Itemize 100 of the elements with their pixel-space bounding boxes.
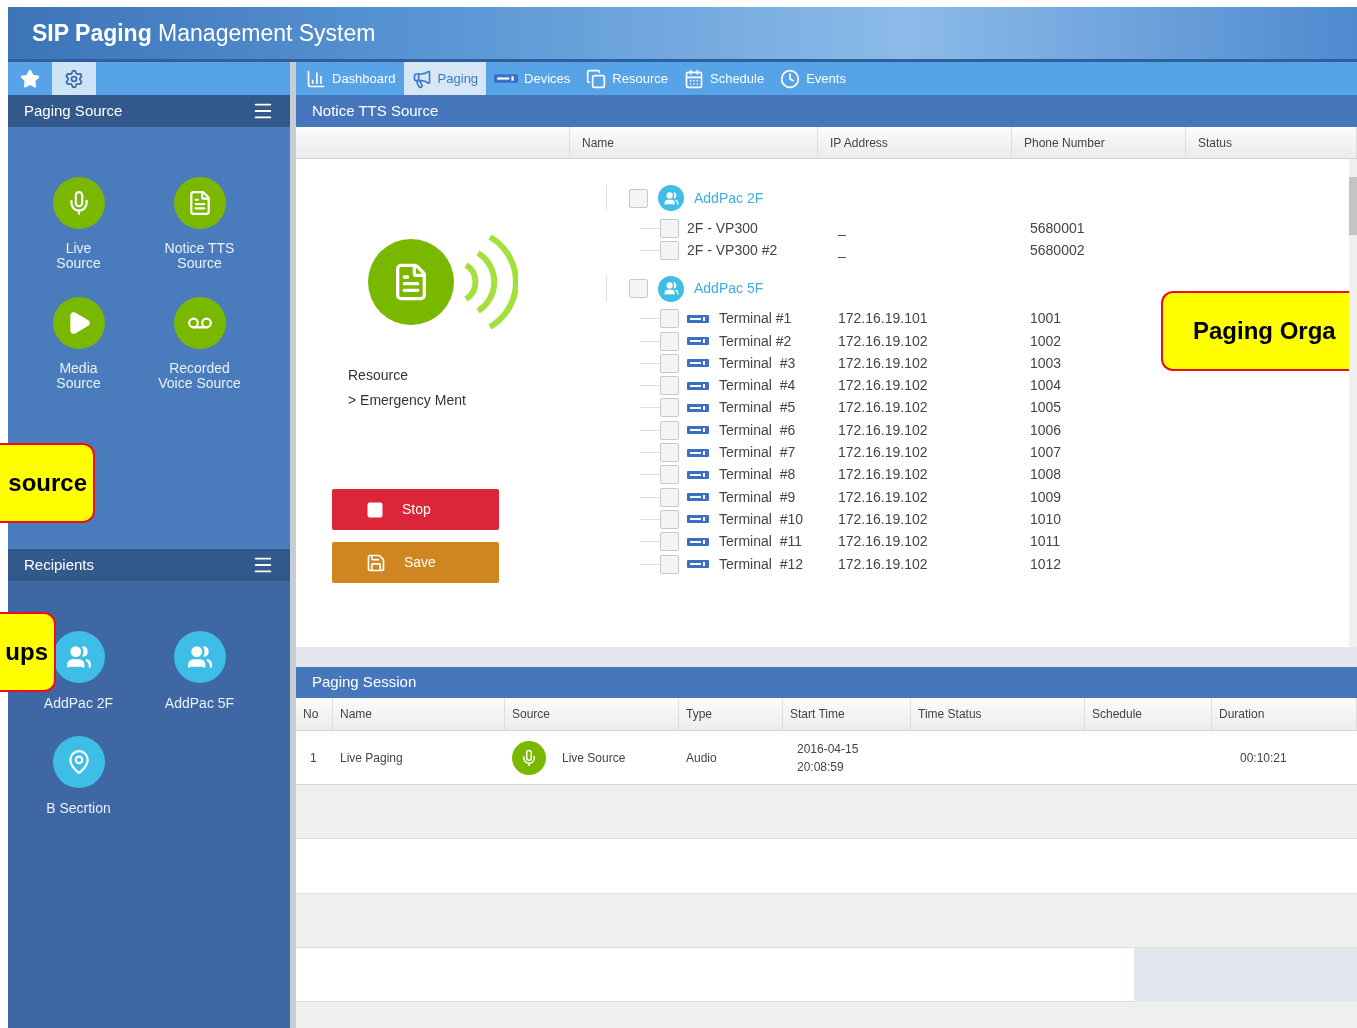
phone-number: 1005 (1030, 398, 1062, 418)
device-name: Terminal #2 (719, 331, 793, 351)
callout: Paging Orga (1161, 291, 1349, 371)
group-icon (65, 644, 92, 670)
terminal-icon (687, 448, 709, 457)
terminal-icon (687, 470, 709, 479)
nav-tab[interactable]: Paging (403, 62, 487, 95)
checkbox[interactable] (660, 420, 679, 440)
phone-number: 1012 (1030, 554, 1062, 574)
source-button[interactable] (173, 177, 226, 229)
checkbox[interactable] (660, 353, 679, 373)
table-cell-text: 00:10:21 (1239, 749, 1288, 767)
device-name: Terminal #8 (719, 465, 797, 485)
device-name: Terminal #11 (719, 532, 803, 552)
device-name: Terminal #12 (719, 554, 805, 574)
people-icon (663, 281, 679, 297)
nav-tab[interactable]: Devices (486, 62, 579, 95)
column-header: Start Time (783, 698, 911, 730)
terminal-icon (687, 515, 709, 524)
device-name: Terminal #1 (719, 309, 793, 329)
phone-number: 1008 (1030, 465, 1062, 485)
ip-address: 172.16.19.102 (838, 487, 929, 507)
table-cell-text: 1 (309, 749, 318, 767)
documents-icon (586, 68, 607, 89)
checkbox[interactable] (660, 465, 679, 485)
source-label: Live Source (56, 241, 101, 271)
nav-tab[interactable]: Schedule (676, 62, 773, 95)
phone-number: 1011 (1030, 532, 1061, 552)
phone-number: 1006 (1030, 420, 1062, 440)
phone-number: 1004 (1030, 376, 1062, 396)
section-title: Recipients (24, 554, 95, 575)
recipient-label: AddPac 2F (43, 694, 114, 713)
column-header: Schedule (1085, 698, 1212, 730)
group-icon (186, 644, 213, 670)
device-name: Terminal #3 (719, 353, 797, 373)
source-button[interactable] (173, 297, 226, 349)
save-button[interactable]: Save (332, 542, 499, 583)
people-icon (663, 190, 679, 206)
phone-number: 1007 (1030, 443, 1062, 462)
ip-address: 172.16.19.102 (838, 420, 929, 440)
checkbox[interactable] (660, 509, 679, 529)
stop-icon (366, 500, 384, 519)
source-button[interactable] (52, 297, 105, 349)
panel-title: Paging Session (312, 672, 417, 693)
table-cell-text: Audio (685, 749, 718, 767)
phone-number: 5680002 (1030, 240, 1085, 260)
checkbox[interactable] (660, 398, 679, 418)
stop-button[interactable]: Stop (332, 489, 499, 530)
column-header: No (296, 698, 333, 730)
column-header: Name (333, 698, 505, 730)
source-button[interactable] (52, 177, 105, 229)
microphone-icon (520, 748, 538, 767)
checkbox[interactable] (660, 487, 679, 507)
ip-address: 172.16.19.102 (838, 443, 929, 462)
checkbox[interactable] (660, 218, 679, 238)
phone-number: 1002 (1030, 331, 1062, 351)
checkbox[interactable] (660, 331, 679, 351)
checkbox[interactable] (660, 554, 679, 574)
terminal-icon (687, 426, 709, 435)
recipient-label: AddPac 5F (164, 694, 235, 713)
nav-tab[interactable]: Resource (578, 62, 676, 95)
table-cell-text: 2016-04-15 (797, 740, 860, 758)
terminal-icon (687, 537, 709, 546)
column-header: Type (679, 698, 783, 730)
recipient-button[interactable] (173, 631, 226, 683)
recipient-button[interactable] (52, 736, 105, 788)
checkbox[interactable] (660, 309, 679, 329)
nav-tab[interactable]: Events (772, 62, 854, 95)
clock-icon (780, 68, 801, 89)
checkbox[interactable] (660, 240, 679, 260)
ip-address: 172.16.19.102 (838, 331, 929, 351)
device-name: Terminal #4 (719, 376, 797, 396)
table-cell-text: 20:08:59 (797, 758, 845, 776)
phone-number: 1010 (1030, 509, 1062, 529)
checkbox[interactable] (660, 443, 679, 462)
column-header: Phone Number (1012, 127, 1186, 158)
nav-tab[interactable]: Dashboard (298, 62, 404, 95)
checkbox[interactable] (629, 279, 648, 299)
terminal-icon (687, 359, 709, 368)
group-name[interactable]: AddPac 5F (694, 278, 764, 300)
recipient-label: B Secrtion (46, 799, 111, 818)
callout: source (0, 443, 95, 523)
checkbox[interactable] (629, 188, 648, 208)
table-cell-text: Live Source (562, 749, 626, 767)
phone-number: 1009 (1030, 487, 1062, 507)
ip-address: _ (838, 240, 847, 260)
checkbox[interactable] (660, 376, 679, 396)
window-title: SIP Paging Management System (32, 18, 376, 48)
settings-icon (64, 68, 84, 89)
ip-address: 172.16.19.102 (838, 398, 929, 418)
phone-number: 5680001 (1030, 218, 1085, 238)
group-name[interactable]: AddPac 2F (694, 187, 764, 209)
settings-button[interactable] (52, 62, 96, 95)
terminal-icon (687, 381, 709, 390)
device-name: Terminal #7 (719, 443, 797, 462)
source-label: Media Source (56, 361, 101, 391)
column-header: Source (505, 698, 679, 730)
terminal-icon (687, 314, 709, 323)
table-cell-text: Live Paging (339, 749, 404, 767)
checkbox[interactable] (660, 532, 679, 552)
